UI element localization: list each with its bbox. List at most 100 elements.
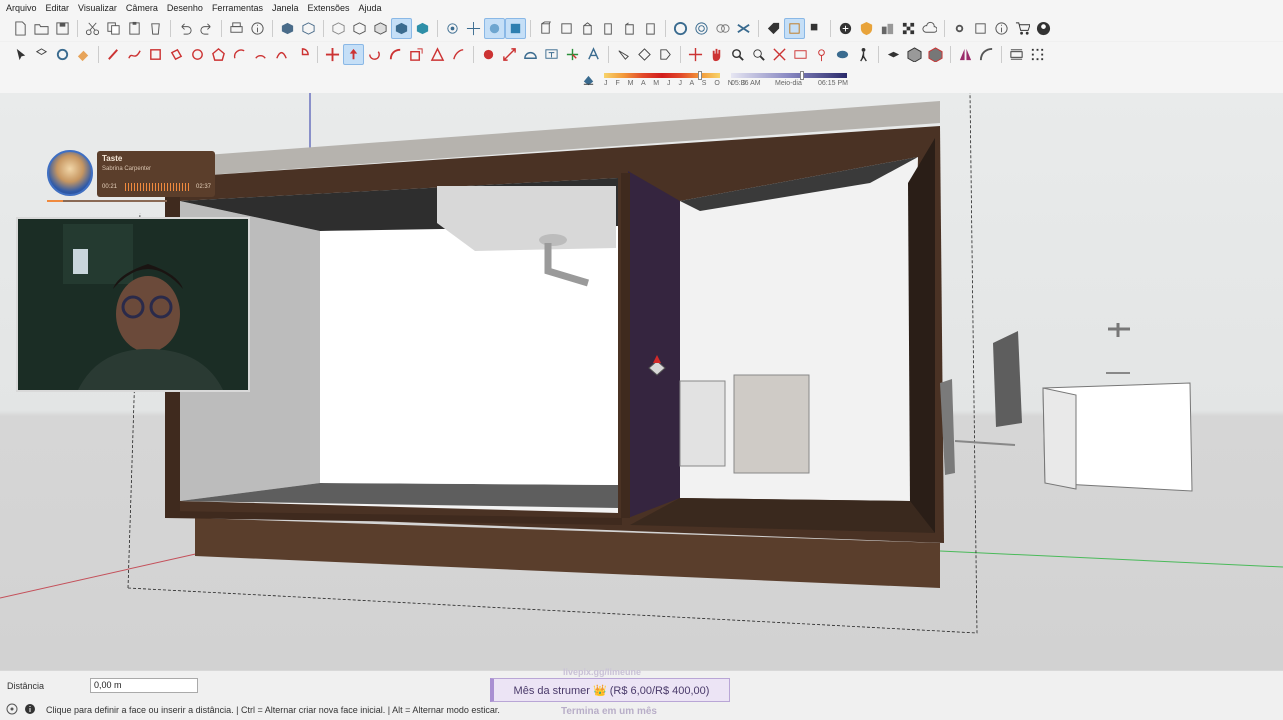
new-file-icon[interactable] — [10, 18, 31, 39]
rectangle-icon[interactable] — [145, 44, 166, 65]
buildings-icon[interactable] — [877, 18, 898, 39]
menu-arquivo[interactable]: Arquivo — [6, 3, 37, 13]
menu-extensoes[interactable]: Extensões — [308, 3, 350, 13]
menu-janela[interactable]: Janela — [272, 3, 299, 13]
menu-editar[interactable]: Editar — [46, 3, 70, 13]
push-pull-icon[interactable] — [343, 44, 364, 65]
print-icon[interactable] — [226, 18, 247, 39]
protractor-icon[interactable] — [520, 44, 541, 65]
zoom-icon[interactable] — [727, 44, 748, 65]
move-tool-icon[interactable] — [685, 44, 706, 65]
scale-icon[interactable] — [406, 44, 427, 65]
section-plane-icon[interactable] — [505, 18, 526, 39]
circle-icon[interactable] — [187, 44, 208, 65]
open-folder-icon[interactable] — [31, 18, 52, 39]
offset-icon[interactable] — [427, 44, 448, 65]
pencil-icon[interactable] — [103, 44, 124, 65]
curve-icon[interactable] — [976, 44, 997, 65]
follow-me-icon[interactable] — [385, 44, 406, 65]
text-3d-icon[interactable] — [583, 44, 604, 65]
styles-icon[interactable] — [670, 18, 691, 39]
zoom-extents-tool-icon[interactable] — [769, 44, 790, 65]
view-iso-icon[interactable] — [535, 18, 556, 39]
checker-icon[interactable] — [898, 18, 919, 39]
model-info-icon[interactable] — [247, 18, 268, 39]
look-around-icon[interactable] — [832, 44, 853, 65]
sandbox-icon[interactable] — [733, 18, 754, 39]
zoom-extents-icon[interactable] — [484, 18, 505, 39]
warehouse-icon[interactable] — [691, 18, 712, 39]
solid-box-icon[interactable] — [904, 44, 925, 65]
time-slider-thumb[interactable] — [800, 71, 804, 80]
paste-icon[interactable] — [124, 18, 145, 39]
window-icon[interactable] — [970, 18, 991, 39]
account-icon[interactable] — [1033, 18, 1054, 39]
solid-tools-icon[interactable] — [925, 44, 946, 65]
section-tool-icon[interactable] — [634, 44, 655, 65]
top-view-icon[interactable] — [298, 18, 319, 39]
geo-location-icon[interactable] — [6, 703, 18, 715]
menu-ferramentas[interactable]: Ferramentas — [212, 3, 263, 13]
shadows-toggle-icon[interactable] — [578, 70, 599, 91]
components-icon[interactable] — [712, 18, 733, 39]
extension-settings-icon[interactable] — [949, 18, 970, 39]
wireframe-icon[interactable] — [349, 18, 370, 39]
tag-edit-icon[interactable] — [763, 18, 784, 39]
undo-icon[interactable] — [175, 18, 196, 39]
orbit-tool-icon[interactable] — [613, 44, 634, 65]
arc-3pt-icon[interactable] — [271, 44, 292, 65]
diamond-icon[interactable] — [883, 44, 904, 65]
view-right-icon[interactable] — [598, 18, 619, 39]
view-back-icon[interactable] — [619, 18, 640, 39]
hand-icon[interactable] — [706, 44, 727, 65]
axes-icon[interactable] — [562, 44, 583, 65]
pie-icon[interactable] — [292, 44, 313, 65]
freehand-icon[interactable] — [124, 44, 145, 65]
previous-view-icon[interactable] — [790, 44, 811, 65]
tape-measure-icon[interactable] — [478, 44, 499, 65]
text-icon[interactable] — [541, 44, 562, 65]
view-left-icon[interactable] — [640, 18, 661, 39]
paint-icon[interactable] — [805, 18, 826, 39]
shield-icon[interactable] — [856, 18, 877, 39]
time-slider[interactable] — [731, 73, 847, 78]
copy-icon[interactable] — [103, 18, 124, 39]
month-slider-thumb[interactable] — [698, 71, 702, 80]
menu-camera[interactable]: Câmera — [126, 3, 158, 13]
cart-icon[interactable] — [1012, 18, 1033, 39]
view-top-icon[interactable] — [556, 18, 577, 39]
menu-visualizar[interactable]: Visualizar — [78, 3, 117, 13]
cut-icon[interactable] — [82, 18, 103, 39]
pan-icon[interactable] — [463, 18, 484, 39]
make-component-icon[interactable] — [52, 44, 73, 65]
rotated-rect-icon[interactable] — [166, 44, 187, 65]
arc-2pt-icon[interactable] — [250, 44, 271, 65]
rotate-icon[interactable] — [364, 44, 385, 65]
measurement-input[interactable]: 0,00 m — [90, 678, 198, 693]
hidden-line-icon[interactable] — [370, 18, 391, 39]
select-icon[interactable] — [10, 44, 31, 65]
move-icon[interactable] — [322, 44, 343, 65]
menu-ajuda[interactable]: Ajuda — [359, 3, 382, 13]
orbit-icon[interactable] — [442, 18, 463, 39]
zoom-window-icon[interactable] — [748, 44, 769, 65]
mirror-icon[interactable] — [955, 44, 976, 65]
cloud-icon[interactable] — [919, 18, 940, 39]
iso-view-icon[interactable] — [277, 18, 298, 39]
add-location-icon[interactable] — [835, 18, 856, 39]
erase-icon[interactable] — [145, 18, 166, 39]
instructor-info-icon[interactable] — [24, 703, 36, 715]
redo-icon[interactable] — [196, 18, 217, 39]
section-fill-icon[interactable] — [655, 44, 676, 65]
arc-icon[interactable] — [229, 44, 250, 65]
shaded-textures-icon[interactable] — [412, 18, 433, 39]
view-front-icon[interactable] — [577, 18, 598, 39]
save-icon[interactable] — [52, 18, 73, 39]
grid-dots-icon[interactable] — [1027, 44, 1048, 65]
walk-icon[interactable] — [853, 44, 874, 65]
polygon-icon[interactable] — [208, 44, 229, 65]
menu-desenho[interactable]: Desenho — [167, 3, 203, 13]
panel-icon[interactable] — [1006, 44, 1027, 65]
flip-icon[interactable] — [448, 44, 469, 65]
layer-icon[interactable] — [784, 18, 805, 39]
